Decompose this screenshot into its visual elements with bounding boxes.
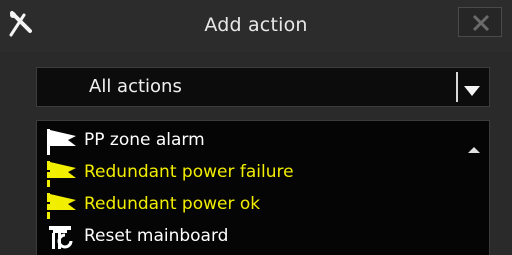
list-item[interactable]: Redundant power failure — [37, 157, 457, 189]
flag-icon — [45, 159, 85, 189]
add-action-dialog: Add action All actions PP zone alarm Red… — [0, 0, 512, 255]
scroll-up-icon[interactable] — [467, 139, 481, 158]
close-icon — [472, 14, 490, 32]
item-label: Redundant power ok — [84, 194, 261, 214]
item-label: Reset mainboard — [84, 226, 229, 246]
chevron-down-icon[interactable] — [463, 82, 481, 101]
dropdown-selected-value: All actions — [89, 76, 182, 97]
flag-icon — [45, 127, 85, 157]
dropdown-divider — [456, 72, 458, 102]
title-bar[interactable]: Add action — [0, 0, 512, 52]
dialog-title: Add action — [204, 14, 308, 36]
item-label: Redundant power failure — [84, 162, 294, 182]
item-label: PP zone alarm — [84, 130, 205, 150]
list-item[interactable]: Reset mainboard — [37, 221, 457, 253]
close-button[interactable] — [458, 7, 502, 37]
list-item[interactable]: PP zone alarm — [37, 125, 457, 157]
list-item[interactable]: Redundant power ok — [37, 189, 457, 221]
reset-icon — [45, 223, 85, 253]
action-filter-dropdown[interactable]: All actions — [36, 67, 490, 107]
flag-icon — [45, 191, 85, 221]
action-list[interactable]: PP zone alarm Redundant power failure Re… — [36, 120, 490, 255]
